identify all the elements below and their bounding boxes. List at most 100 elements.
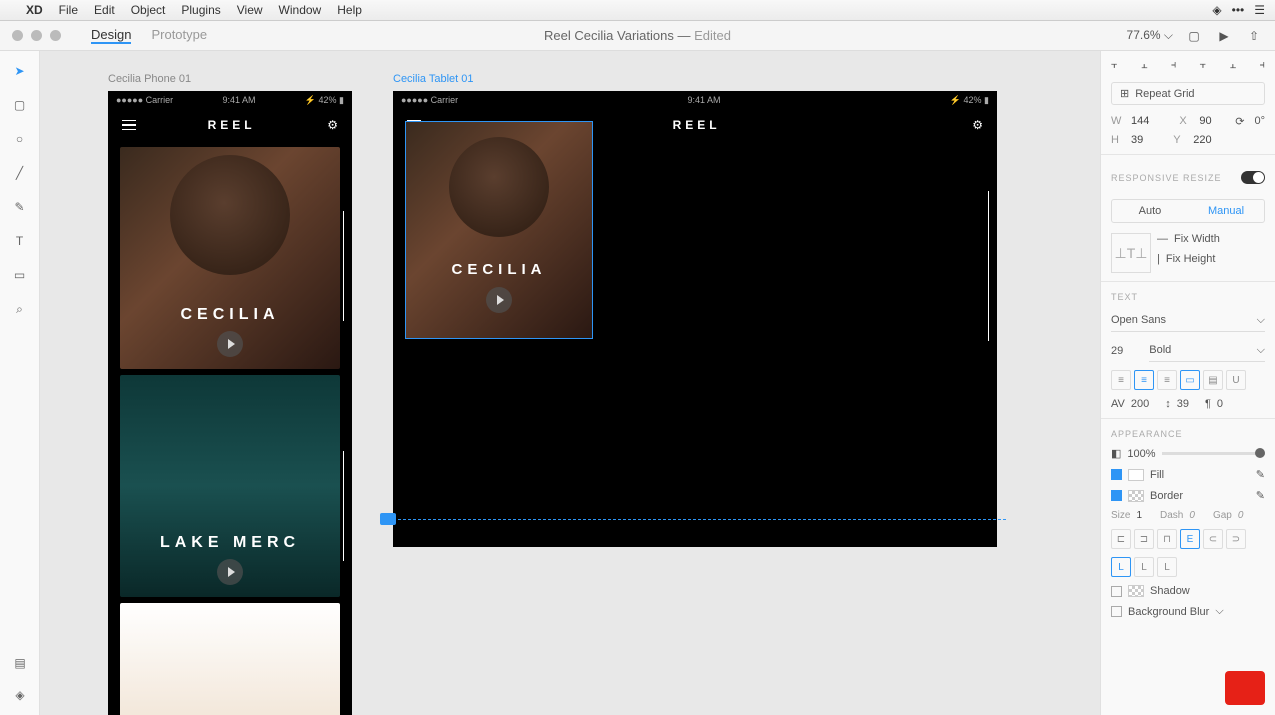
blur-check[interactable] [1111,606,1122,617]
line-tool[interactable]: ╱ [10,163,30,183]
paraspacing-input[interactable]: 0 [1217,398,1223,410]
settings-icon[interactable]: ⚙ [972,118,983,132]
menu-view[interactable]: View [237,3,263,17]
play-icon[interactable] [486,287,512,313]
border-gap[interactable]: 0 [1238,510,1244,521]
x-input[interactable]: 90 [1199,115,1211,128]
zoom-level[interactable]: 77.6% ⌵ [1127,28,1173,43]
font-select[interactable]: Open Sans⌵ [1111,310,1265,332]
menu-help[interactable]: Help [337,3,362,17]
play-icon[interactable] [217,559,243,585]
menu-object[interactable]: Object [131,3,166,17]
settings-icon[interactable]: ⚙ [327,118,338,132]
cap-1[interactable]: E [1180,529,1200,549]
menu-window[interactable]: Window [279,3,322,17]
fill-check[interactable] [1111,469,1122,480]
layout-guide[interactable] [388,519,1006,520]
layers-icon[interactable]: ◈ [10,685,30,705]
stroke-align-2[interactable]: ⊐ [1134,529,1154,549]
card-cecilia-selected[interactable]: CECILIA [405,121,593,339]
artboard-tablet[interactable]: Cecilia Tablet 01 ●●●●● Carrier9:41 AM⚡ … [393,91,997,547]
join-3[interactable]: L [1157,557,1177,577]
leading-input[interactable]: 39 [1177,398,1189,410]
y-input[interactable]: 220 [1193,134,1211,146]
font-weight[interactable]: Bold⌵ [1149,340,1265,362]
tracking-input[interactable]: 200 [1131,398,1149,410]
align-right-icon[interactable]: ⫞ [1171,59,1177,72]
join-2[interactable]: L [1134,557,1154,577]
opacity-value[interactable]: 100% [1127,448,1155,460]
more-icon[interactable]: ••• [1232,3,1245,17]
fill-swatch[interactable] [1128,469,1144,481]
scrollbar[interactable] [343,211,344,321]
cap-3[interactable]: ⊃ [1226,529,1246,549]
app-menu[interactable]: XD [26,3,43,17]
join-1[interactable]: L [1111,557,1131,577]
align-bottom-icon[interactable]: ⫞ [1259,59,1265,72]
text-align-left[interactable]: ≡ [1111,370,1131,390]
border-swatch[interactable] [1128,490,1144,502]
menu-plugins[interactable]: Plugins [181,3,220,17]
ellipse-tool[interactable]: ○ [10,129,30,149]
canvas[interactable]: Cecilia Phone 01 ●●●●● Carrier9:41 AM⚡ 4… [40,51,1100,715]
artboard-phone-label[interactable]: Cecilia Phone 01 [108,73,191,85]
rectangle-tool[interactable]: ▢ [10,95,30,115]
shadow-check[interactable] [1111,586,1122,597]
card-cecilia[interactable]: CECILIA [120,147,340,369]
tab-prototype[interactable]: Prototype [151,27,207,44]
youtube-badge[interactable] [1225,671,1265,705]
text-area[interactable]: ▤ [1203,370,1223,390]
chevron-down-icon[interactable]: ⌵ [1215,605,1223,618]
font-size[interactable]: 29 [1111,345,1123,357]
play-icon[interactable]: ▶ [1215,27,1233,45]
text-point[interactable]: ▭ [1180,370,1200,390]
text-underline[interactable]: U [1226,370,1246,390]
height-input[interactable]: 39 [1131,134,1143,146]
stroke-align-1[interactable]: ⊏ [1111,529,1131,549]
assets-icon[interactable]: ▤ [10,653,30,673]
device-preview-icon[interactable]: ▢ [1185,27,1203,45]
width-input[interactable]: 144 [1131,115,1149,128]
responsive-toggle[interactable] [1241,171,1265,184]
tab-design[interactable]: Design [91,27,131,44]
list-icon[interactable]: ☰ [1254,3,1265,17]
text-align-right[interactable]: ≡ [1157,370,1177,390]
artboard-tablet-label[interactable]: Cecilia Tablet 01 [393,73,474,85]
eyedropper-icon[interactable]: ✎ [1256,468,1265,481]
text-align-center[interactable]: ≡ [1134,370,1154,390]
menu-edit[interactable]: Edit [94,3,115,17]
artboard-tool[interactable]: ▭ [10,265,30,285]
shadow-swatch[interactable] [1128,585,1144,597]
menu-icon[interactable] [122,120,136,131]
border-size[interactable]: 1 [1136,510,1142,521]
stroke-align-3[interactable]: ⊓ [1157,529,1177,549]
align-left-icon[interactable]: ⫟ [1111,59,1118,72]
shield-icon[interactable]: ◈ [1212,3,1221,17]
rotate-icon[interactable]: ⟳ [1235,115,1244,128]
artboard-phone[interactable]: Cecilia Phone 01 ●●●●● Carrier9:41 AM⚡ 4… [108,91,352,715]
constraint-widget[interactable]: ⊥T⊥ [1111,233,1151,273]
border-dash[interactable]: 0 [1189,510,1195,521]
fix-width-icon[interactable]: — [1157,233,1168,245]
card-third[interactable] [120,603,340,715]
zoom-window[interactable] [50,30,61,41]
align-center-h-icon[interactable]: ⫠ [1141,59,1148,72]
play-icon[interactable] [217,331,243,357]
card-lakemerc[interactable]: LAKE MERC [120,375,340,597]
resize-mode[interactable]: Auto Manual [1111,199,1265,223]
menu-file[interactable]: File [59,3,78,17]
border-check[interactable] [1111,490,1122,501]
pen-tool[interactable]: ✎ [10,197,30,217]
scrollbar[interactable] [343,451,344,561]
opacity-slider[interactable] [1162,452,1265,455]
minimize-window[interactable] [31,30,42,41]
guide-handle[interactable] [380,513,396,525]
close-window[interactable] [12,30,23,41]
eyedropper-icon[interactable]: ✎ [1256,489,1265,502]
fix-height-icon[interactable]: | [1157,253,1160,265]
scrollbar[interactable] [988,191,989,341]
text-tool[interactable]: T [10,231,30,251]
align-top-icon[interactable]: ⫟ [1200,59,1207,72]
select-tool[interactable]: ➤ [10,61,30,81]
repeat-grid-button[interactable]: ⊞ Repeat Grid [1111,82,1265,105]
